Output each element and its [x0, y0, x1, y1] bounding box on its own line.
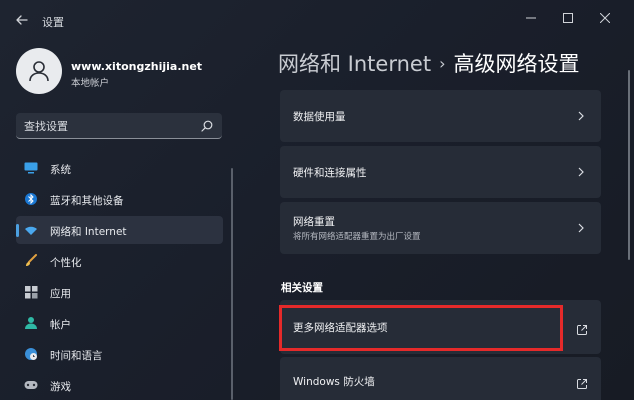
sidebar-item-personalization[interactable]: 个性化 [16, 247, 223, 275]
chevron-right-icon [577, 223, 585, 233]
sidebar-item-label: 游戏 [50, 381, 71, 393]
card-title: 硬件和连接属性 [293, 167, 367, 179]
sidebar-item-accounts[interactable]: 帐户 [16, 309, 223, 337]
title-bar: 设置 [0, 0, 634, 40]
back-arrow-icon [16, 15, 28, 25]
sidebar-item-label: 个性化 [50, 257, 82, 269]
sidebar-item-gaming[interactable]: 游戏 [16, 371, 223, 399]
search-icon[interactable] [200, 119, 214, 133]
user-icon [29, 61, 49, 82]
gamepad-icon [24, 378, 38, 392]
account-type: 本地帐户 [71, 78, 110, 89]
wifi-icon [24, 223, 38, 237]
back-button[interactable] [12, 10, 32, 30]
bluetooth-icon [24, 192, 38, 206]
maximize-icon [563, 13, 573, 23]
brush-icon [24, 254, 38, 268]
sidebar-item-label: 蓝牙和其他设备 [50, 195, 124, 207]
data-usage-card[interactable]: 数据使用量 [280, 90, 601, 142]
close-icon [599, 12, 611, 24]
person-icon [24, 316, 38, 330]
apps-icon [24, 285, 38, 299]
external-link-icon [576, 321, 588, 335]
avatar[interactable] [16, 48, 62, 94]
breadcrumb-separator: › [439, 54, 446, 73]
hardware-properties-card[interactable]: 硬件和连接属性 [280, 146, 601, 198]
sidebar-item-time-language[interactable]: 时间和语言 [16, 340, 223, 368]
chevron-right-icon [577, 167, 585, 177]
card-title: 数据使用量 [293, 111, 346, 123]
external-link-icon [576, 375, 588, 389]
sidebar-item-label: 系统 [50, 164, 71, 176]
card-description: 将所有网络适配器重置为出厂设置 [293, 232, 421, 242]
sidebar-item-label: 应用 [50, 288, 71, 300]
monitor-icon [24, 161, 38, 175]
sidebar-scrollbar[interactable] [231, 168, 233, 400]
chevron-right-icon [577, 111, 585, 121]
card-title: 网络重置 [293, 216, 335, 228]
sidebar-item-system[interactable]: 系统 [16, 154, 223, 182]
search-box[interactable] [16, 113, 222, 139]
globe-clock-icon [24, 347, 38, 361]
sidebar-item-label: 帐户 [50, 319, 71, 331]
search-input[interactable] [24, 117, 194, 135]
sidebar-item-label: 网络和 Internet [50, 226, 127, 238]
sidebar-item-apps[interactable]: 应用 [16, 278, 223, 306]
network-reset-card[interactable]: 网络重置 将所有网络适配器重置为出厂设置 [280, 202, 601, 254]
minimize-button[interactable] [518, 8, 544, 28]
sidebar-item-label: 时间和语言 [50, 350, 103, 362]
card-title: Windows 防火墙 [293, 376, 375, 388]
related-settings-header: 相关设置 [281, 282, 323, 294]
breadcrumb: 网络和 Internet › 高级网络设置 [278, 48, 579, 78]
sidebar-item-bluetooth[interactable]: 蓝牙和其他设备 [16, 185, 223, 213]
page-title: 高级网络设置 [453, 52, 580, 76]
maximize-button[interactable] [555, 8, 581, 28]
sidebar-nav: 系统 蓝牙和其他设备 网络和 Internet 个性化 应用 帐户 时间和语言 … [16, 154, 223, 400]
minimize-icon [526, 17, 536, 19]
account-name: www.xitongzhijia.net [71, 60, 203, 73]
close-button[interactable] [592, 8, 618, 28]
content-scrollbar[interactable] [628, 70, 630, 260]
firewall-card[interactable]: Windows 防火墙 [280, 357, 601, 400]
breadcrumb-parent[interactable]: 网络和 Internet [278, 52, 431, 76]
highlight-annotation [279, 305, 563, 351]
sidebar-item-network[interactable]: 网络和 Internet [16, 216, 223, 244]
window-title: 设置 [42, 16, 64, 29]
